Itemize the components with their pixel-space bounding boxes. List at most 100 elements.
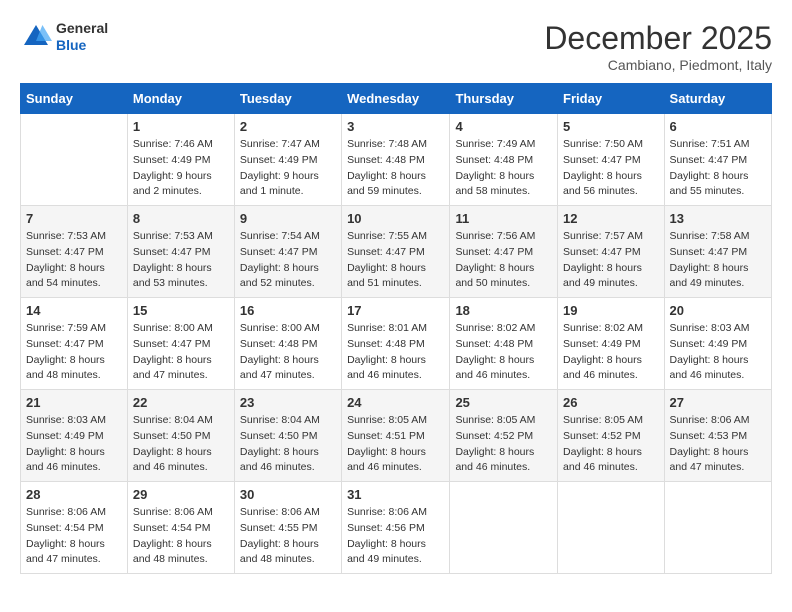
day-info: Sunrise: 8:05 AMSunset: 4:51 PMDaylight:… bbox=[347, 413, 444, 476]
day-info: Sunrise: 8:04 AMSunset: 4:50 PMDaylight:… bbox=[240, 413, 336, 476]
header-day-wednesday: Wednesday bbox=[342, 84, 450, 114]
calendar-cell: 28Sunrise: 8:06 AMSunset: 4:54 PMDayligh… bbox=[21, 482, 128, 574]
day-info: Sunrise: 8:05 AMSunset: 4:52 PMDaylight:… bbox=[563, 413, 659, 476]
calendar-cell bbox=[558, 482, 665, 574]
calendar-cell: 14Sunrise: 7:59 AMSunset: 4:47 PMDayligh… bbox=[21, 298, 128, 390]
day-info: Sunrise: 7:49 AMSunset: 4:48 PMDaylight:… bbox=[455, 137, 552, 200]
day-info: Sunrise: 8:05 AMSunset: 4:52 PMDaylight:… bbox=[455, 413, 552, 476]
day-info: Sunrise: 8:06 AMSunset: 4:53 PMDaylight:… bbox=[670, 413, 766, 476]
day-number: 19 bbox=[563, 303, 659, 318]
day-number: 2 bbox=[240, 119, 336, 134]
day-number: 27 bbox=[670, 395, 766, 410]
day-number: 7 bbox=[26, 211, 122, 226]
calendar-cell: 22 Sunrise: 8:04 AMSunset: 4:50 PMDayligh… bbox=[127, 390, 234, 482]
location: Cambiano, Piedmont, Italy bbox=[544, 57, 772, 73]
day-info: Sunrise: 7:48 AMSunset: 4:48 PMDaylight:… bbox=[347, 137, 444, 200]
day-number: 12 bbox=[563, 211, 659, 226]
logo-icon bbox=[20, 21, 52, 53]
day-info: Sunrise: 8:01 AMSunset: 4:48 PMDaylight:… bbox=[347, 321, 444, 384]
calendar-cell: 15 Sunrise: 8:00 AMSunset: 4:47 PMDayligh… bbox=[127, 298, 234, 390]
month-title: December 2025 bbox=[544, 20, 772, 57]
week-row-4: 28Sunrise: 8:06 AMSunset: 4:54 PMDayligh… bbox=[21, 482, 772, 574]
day-number: 9 bbox=[240, 211, 336, 226]
week-row-0: 1Sunrise: 7:46 AMSunset: 4:49 PMDaylight… bbox=[21, 114, 772, 206]
calendar-cell: 20Sunrise: 8:03 AMSunset: 4:49 PMDayligh… bbox=[664, 298, 771, 390]
calendar-cell: 4 Sunrise: 7:49 AMSunset: 4:48 PMDaylight… bbox=[450, 114, 558, 206]
calendar-table: SundayMondayTuesdayWednesdayThursdayFrid… bbox=[20, 83, 772, 574]
day-info: Sunrise: 8:02 AMSunset: 4:48 PMDaylight:… bbox=[455, 321, 552, 384]
calendar-cell: 31Sunrise: 8:06 AMSunset: 4:56 PMDayligh… bbox=[342, 482, 450, 574]
calendar-cell: 3 Sunrise: 7:48 AMSunset: 4:48 PMDaylight… bbox=[342, 114, 450, 206]
day-number: 5 bbox=[563, 119, 659, 134]
logo-text: General Blue bbox=[56, 20, 108, 54]
week-row-1: 7 Sunrise: 7:53 AMSunset: 4:47 PMDaylight… bbox=[21, 206, 772, 298]
day-number: 4 bbox=[455, 119, 552, 134]
calendar-cell bbox=[21, 114, 128, 206]
header-day-sunday: Sunday bbox=[21, 84, 128, 114]
day-info: Sunrise: 7:54 AMSunset: 4:47 PMDaylight:… bbox=[240, 229, 336, 292]
calendar-header: SundayMondayTuesdayWednesdayThursdayFrid… bbox=[21, 84, 772, 114]
day-number: 15 bbox=[133, 303, 229, 318]
header-day-tuesday: Tuesday bbox=[234, 84, 341, 114]
day-info: Sunrise: 7:56 AMSunset: 4:47 PMDaylight:… bbox=[455, 229, 552, 292]
calendar-cell: 5Sunrise: 7:50 AMSunset: 4:47 PMDaylight… bbox=[558, 114, 665, 206]
calendar-cell bbox=[450, 482, 558, 574]
header-day-friday: Friday bbox=[558, 84, 665, 114]
calendar-cell: 26 Sunrise: 8:05 AMSunset: 4:52 PMDayligh… bbox=[558, 390, 665, 482]
calendar-cell: 19 Sunrise: 8:02 AMSunset: 4:49 PMDayligh… bbox=[558, 298, 665, 390]
day-number: 10 bbox=[347, 211, 444, 226]
calendar-cell: 9 Sunrise: 7:54 AMSunset: 4:47 PMDaylight… bbox=[234, 206, 341, 298]
day-info: Sunrise: 8:00 AMSunset: 4:48 PMDaylight:… bbox=[240, 321, 336, 384]
calendar-cell: 2 Sunrise: 7:47 AMSunset: 4:49 PMDaylight… bbox=[234, 114, 341, 206]
day-info: Sunrise: 8:06 AMSunset: 4:54 PMDaylight:… bbox=[133, 505, 229, 568]
day-info: Sunrise: 7:51 AMSunset: 4:47 PMDaylight:… bbox=[670, 137, 766, 200]
day-number: 16 bbox=[240, 303, 336, 318]
logo-blue: Blue bbox=[56, 37, 108, 54]
calendar-cell: 18 Sunrise: 8:02 AMSunset: 4:48 PMDayligh… bbox=[450, 298, 558, 390]
header-day-monday: Monday bbox=[127, 84, 234, 114]
calendar-cell: 30 Sunrise: 8:06 AMSunset: 4:55 PMDayligh… bbox=[234, 482, 341, 574]
calendar-cell: 10 Sunrise: 7:55 AMSunset: 4:47 PMDayligh… bbox=[342, 206, 450, 298]
day-number: 11 bbox=[455, 211, 552, 226]
calendar-cell: 16 Sunrise: 8:00 AMSunset: 4:48 PMDayligh… bbox=[234, 298, 341, 390]
calendar-cell: 29Sunrise: 8:06 AMSunset: 4:54 PMDayligh… bbox=[127, 482, 234, 574]
day-number: 24 bbox=[347, 395, 444, 410]
day-info: Sunrise: 8:06 AMSunset: 4:55 PMDaylight:… bbox=[240, 505, 336, 568]
day-info: Sunrise: 8:04 AMSunset: 4:50 PMDaylight:… bbox=[133, 413, 229, 476]
day-info: Sunrise: 7:53 AMSunset: 4:47 PMDaylight:… bbox=[26, 229, 122, 292]
day-number: 22 bbox=[133, 395, 229, 410]
header-day-thursday: Thursday bbox=[450, 84, 558, 114]
calendar-cell: 25 Sunrise: 8:05 AMSunset: 4:52 PMDayligh… bbox=[450, 390, 558, 482]
day-number: 23 bbox=[240, 395, 336, 410]
calendar-cell: 12 Sunrise: 7:57 AMSunset: 4:47 PMDayligh… bbox=[558, 206, 665, 298]
day-info: Sunrise: 7:57 AMSunset: 4:47 PMDaylight:… bbox=[563, 229, 659, 292]
day-number: 3 bbox=[347, 119, 444, 134]
day-info: Sunrise: 8:06 AMSunset: 4:54 PMDaylight:… bbox=[26, 505, 122, 568]
day-number: 18 bbox=[455, 303, 552, 318]
calendar-cell: 23 Sunrise: 8:04 AMSunset: 4:50 PMDayligh… bbox=[234, 390, 341, 482]
day-number: 25 bbox=[455, 395, 552, 410]
day-info: Sunrise: 7:53 AMSunset: 4:47 PMDaylight:… bbox=[133, 229, 229, 292]
header-day-saturday: Saturday bbox=[664, 84, 771, 114]
calendar-cell: 21 Sunrise: 8:03 AMSunset: 4:49 PMDayligh… bbox=[21, 390, 128, 482]
calendar-cell: 24 Sunrise: 8:05 AMSunset: 4:51 PMDayligh… bbox=[342, 390, 450, 482]
day-info: Sunrise: 8:06 AMSunset: 4:56 PMDaylight:… bbox=[347, 505, 444, 568]
calendar-cell: 17Sunrise: 8:01 AMSunset: 4:48 PMDayligh… bbox=[342, 298, 450, 390]
day-info: Sunrise: 8:02 AMSunset: 4:49 PMDaylight:… bbox=[563, 321, 659, 384]
day-info: Sunrise: 7:47 AMSunset: 4:49 PMDaylight:… bbox=[240, 137, 336, 200]
day-number: 26 bbox=[563, 395, 659, 410]
calendar-cell: 1Sunrise: 7:46 AMSunset: 4:49 PMDaylight… bbox=[127, 114, 234, 206]
day-number: 6 bbox=[670, 119, 766, 134]
day-number: 21 bbox=[26, 395, 122, 410]
calendar-body: 1Sunrise: 7:46 AMSunset: 4:49 PMDaylight… bbox=[21, 114, 772, 574]
week-row-2: 14Sunrise: 7:59 AMSunset: 4:47 PMDayligh… bbox=[21, 298, 772, 390]
day-info: Sunrise: 7:55 AMSunset: 4:47 PMDaylight:… bbox=[347, 229, 444, 292]
calendar-cell: 27 Sunrise: 8:06 AMSunset: 4:53 PMDayligh… bbox=[664, 390, 771, 482]
week-row-3: 21 Sunrise: 8:03 AMSunset: 4:49 PMDayligh… bbox=[21, 390, 772, 482]
day-info: Sunrise: 8:00 AMSunset: 4:47 PMDaylight:… bbox=[133, 321, 229, 384]
day-info: Sunrise: 8:03 AMSunset: 4:49 PMDaylight:… bbox=[26, 413, 122, 476]
day-info: Sunrise: 7:46 AMSunset: 4:49 PMDaylight:… bbox=[133, 137, 229, 200]
day-number: 30 bbox=[240, 487, 336, 502]
day-number: 8 bbox=[133, 211, 229, 226]
calendar-cell: 8 Sunrise: 7:53 AMSunset: 4:47 PMDaylight… bbox=[127, 206, 234, 298]
